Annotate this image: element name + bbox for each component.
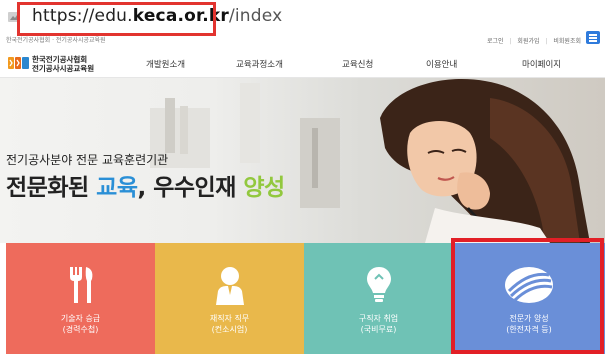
divider: | bbox=[545, 38, 548, 45]
site-logo[interactable]: 한국전기공사협회 전기공사시공교육원 bbox=[8, 53, 118, 73]
utility-links: 로그인 | 회원가입 | 비회원조회 bbox=[483, 36, 581, 45]
utility-bar: 한국전기공사협회 · 전기공사시공교육원 로그인 | 회원가입 | 비회원조회 bbox=[0, 34, 605, 48]
nav-item-about[interactable]: 개발원소개 bbox=[146, 58, 185, 70]
tile-label: 구직자 취업 bbox=[358, 314, 399, 323]
nav-item-courses[interactable]: 교육과정소개 bbox=[236, 58, 283, 70]
main-nav: 한국전기공사협회 전기공사시공교육원 개발원소개 교육과정소개 교육신청 이용안… bbox=[0, 48, 605, 78]
breadcrumb: 한국전기공사협회 · 전기공사시공교육원 bbox=[6, 37, 106, 44]
lightbulb-icon bbox=[366, 267, 391, 302]
background-book bbox=[165, 98, 175, 153]
background-pillar bbox=[240, 83, 260, 163]
nav-item-apply[interactable]: 교육신청 bbox=[342, 58, 373, 70]
hero-banner: 전기공사분야 전문 교육훈련기관 전문화된 교육, 우수인재 양성 bbox=[0, 78, 605, 243]
hamburger-menu-button[interactable] bbox=[586, 31, 600, 44]
divider: | bbox=[509, 38, 512, 45]
login-link[interactable]: 로그인 bbox=[487, 38, 504, 45]
tile-technician-promotion[interactable]: 기술자 승급 (경력수첩) bbox=[6, 243, 155, 354]
url-highlight-box bbox=[17, 2, 216, 36]
wrench-fork-icon bbox=[69, 267, 92, 303]
url-path: /index bbox=[228, 6, 283, 26]
tile-sublabel: (국비무료) bbox=[360, 325, 397, 334]
background-shelf bbox=[300, 118, 340, 208]
nav-item-guide[interactable]: 이용안내 bbox=[426, 58, 457, 70]
tile-highlight-box bbox=[451, 238, 604, 354]
nav-item-mypage[interactable]: 마이페이지 bbox=[522, 58, 561, 70]
tile-incumbent-training[interactable]: 재직자 직무 (컨소시엄) bbox=[155, 243, 304, 354]
hero-title: 전문화된 교육, 우수인재 양성 bbox=[6, 175, 285, 201]
tile-sublabel: (컨소시엄) bbox=[211, 325, 248, 334]
worker-icon bbox=[215, 267, 244, 305]
hero-subtitle: 전기공사분야 전문 교육훈련기관 bbox=[6, 153, 169, 167]
tile-jobseeker-employment[interactable]: 구직자 취업 (국비무료) bbox=[304, 243, 453, 354]
tile-sublabel: (경력수첩) bbox=[62, 325, 99, 334]
logo-subtitle: 전기공사시공교육원 bbox=[32, 64, 95, 73]
background-book bbox=[180, 106, 188, 154]
join-link[interactable]: 회원가입 bbox=[517, 38, 539, 45]
guest-lookup-link[interactable]: 비회원조회 bbox=[553, 38, 581, 45]
studying-woman-illustration bbox=[380, 79, 590, 243]
keca-logo-icon bbox=[8, 57, 29, 69]
background-book bbox=[312, 128, 318, 188]
tile-label: 기술자 승급 bbox=[60, 314, 101, 323]
tile-label: 재직자 직무 bbox=[209, 314, 250, 323]
